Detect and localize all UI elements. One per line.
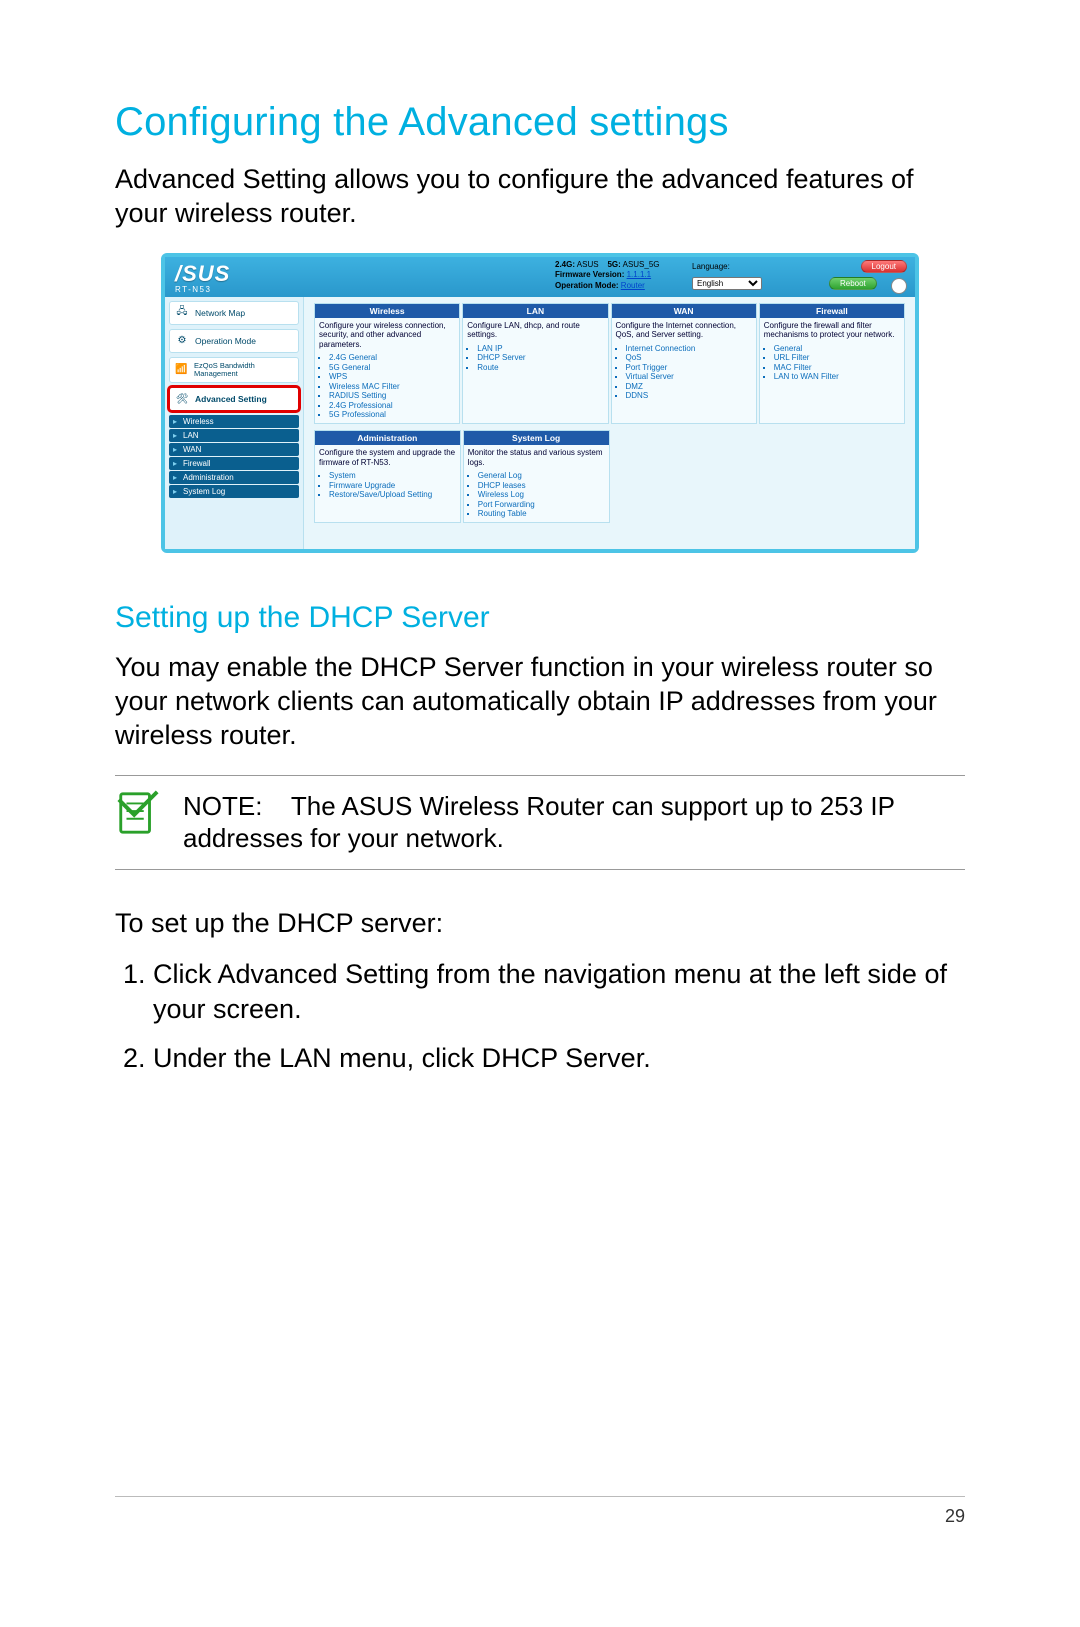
fw-link[interactable]: 1.1.1.1 [627,270,651,279]
card-system-log: System Log Monitor the status and variou… [463,430,610,523]
link-url-filter[interactable]: URL Filter [774,353,904,362]
network-icon: 🖧 [175,306,189,320]
link-lan-ip[interactable]: LAN IP [477,344,607,353]
note-text: The ASUS Wireless Router can support up … [183,791,895,854]
intro-paragraph: Advanced Setting allows you to configure… [115,163,965,231]
note-block: NOTE: The ASUS Wireless Router can suppo… [115,775,965,870]
link-firmware-upgrade[interactable]: Firmware Upgrade [329,481,460,490]
link-wps[interactable]: WPS [329,372,459,381]
link-mac-filter[interactable]: MAC Filter [774,363,904,372]
link-system[interactable]: System [329,471,460,480]
link-port-forwarding[interactable]: Port Forwarding [478,500,609,509]
card-desc: Configure the firewall and filter mechan… [760,318,904,342]
mode-link[interactable]: Router [621,281,645,290]
page-title: Configuring the Advanced settings [115,100,965,145]
note-label: NOTE: [183,791,262,821]
sidebar-sub-syslog[interactable]: System Log [169,485,299,498]
fw-label: Firmware Version: [555,270,624,279]
reboot-button[interactable]: Reboot [829,277,877,290]
ssid5-label: 5G: [607,260,620,269]
globe-icon[interactable] [891,278,907,294]
link-port-trigger[interactable]: Port Trigger [626,363,756,372]
card-administration: Administration Configure the system and … [314,430,461,523]
link-dhcp-leases[interactable]: DHCP leases [478,481,609,490]
sidebar-item-advanced-setting[interactable]: 🛠 Advanced Setting [169,387,299,411]
link-routing-table[interactable]: Routing Table [478,509,609,518]
link-dhcp-server[interactable]: DHCP Server [477,353,607,362]
link-dmz[interactable]: DMZ [626,382,756,391]
steps-intro: To set up the DHCP server: [115,908,965,939]
sidebar-item-network-map[interactable]: 🖧 Network Map [169,301,299,325]
card-desc: Configure LAN, dhcp, and route settings. [463,318,607,342]
card-desc: Monitor the status and various system lo… [464,445,609,469]
header-info: 2.4G: ASUS 5G: ASUS_5G Firmware Version:… [305,257,684,296]
sidebar-item-label: Network Map [195,308,245,318]
sidebar-item-operation-mode[interactable]: ⚙ Operation Mode [169,329,299,353]
card-title: LAN [463,304,607,318]
link-wireless-log[interactable]: Wireless Log [478,490,609,499]
sidebar-item-ezqos[interactable]: 📶 EzQoS Bandwidth Management [169,357,299,384]
sub-intro: You may enable the DHCP Server function … [115,651,965,752]
link-wireless-mac-filter[interactable]: Wireless MAC Filter [329,382,459,391]
link-virtual-server[interactable]: Virtual Server [626,372,756,381]
card-lan: LAN Configure LAN, dhcp, and route setti… [462,303,608,425]
model-text: RT-N53 [175,285,305,294]
language-label: Language: [692,262,730,271]
link-route[interactable]: Route [477,363,607,372]
link-24g-general[interactable]: 2.4G General [329,353,459,362]
card-desc: Configure the Internet connection, QoS, … [612,318,756,342]
step-2: Under the LAN menu, click DHCP Server. [153,1041,965,1076]
note-icon [115,790,161,836]
card-title: System Log [464,431,609,445]
sidebar-sub-lan[interactable]: LAN [169,429,299,442]
sidebar-sub-wireless[interactable]: Wireless [169,415,299,428]
qos-icon: 📶 [175,363,188,377]
ssid24-label: 2.4G: [555,260,575,269]
mode-label: Operation Mode: [555,281,619,290]
card-wan: WAN Configure the Internet connection, Q… [611,303,757,425]
card-title: Wireless [315,304,459,318]
sidebar-sub-admin[interactable]: Administration [169,471,299,484]
link-fw-general[interactable]: General [774,344,904,353]
link-ddns[interactable]: DDNS [626,391,756,400]
subheading-dhcp: Setting up the DHCP Server [115,601,965,635]
link-qos[interactable]: QoS [626,353,756,362]
step-1: Click Advanced Setting from the navigati… [153,957,965,1027]
sidebar-item-label: EzQoS Bandwidth Management [194,362,293,379]
brand-text: /SUS [175,261,305,287]
link-general-log[interactable]: General Log [478,471,609,480]
card-desc: Configure your wireless connection, secu… [315,318,459,352]
card-wireless: Wireless Configure your wireless connect… [314,303,460,425]
ssid24-value: ASUS [577,260,599,269]
router-logo: /SUS RT-N53 [165,257,305,296]
mode-icon: ⚙ [175,334,189,348]
link-5g-general[interactable]: 5G General [329,363,459,372]
sidebar-item-label: Advanced Setting [195,394,267,404]
logout-button[interactable]: Logout [861,260,907,273]
ssid5-value: ASUS_5G [623,260,660,269]
link-24g-professional[interactable]: 2.4G Professional [329,401,459,410]
card-firewall: Firewall Configure the firewall and filt… [759,303,905,425]
link-5g-professional[interactable]: 5G Professional [329,410,459,419]
router-content: Wireless Configure your wireless connect… [304,297,915,550]
link-internet-connection[interactable]: Internet Connection [626,344,756,353]
router-ui-screenshot: /SUS RT-N53 2.4G: ASUS 5G: ASUS_5G Firmw… [115,253,965,554]
link-radius-setting[interactable]: RADIUS Setting [329,391,459,400]
page-number: 29 [945,1506,965,1527]
language-select[interactable]: English [692,277,762,290]
sidebar-sub-firewall[interactable]: Firewall [169,457,299,470]
card-desc: Configure the system and upgrade the fir… [315,445,460,469]
card-title: Firewall [760,304,904,318]
steps-list: Click Advanced Setting from the navigati… [115,957,965,1076]
sidebar-item-label: Operation Mode [195,336,256,346]
card-title: Administration [315,431,460,445]
link-lan-to-wan-filter[interactable]: LAN to WAN Filter [774,372,904,381]
sidebar-submenu: Wireless LAN WAN Firewall Administration… [169,415,299,498]
link-restore-save-upload[interactable]: Restore/Save/Upload Setting [329,490,460,499]
tools-icon: 🛠 [175,392,189,406]
sidebar-sub-wan[interactable]: WAN [169,443,299,456]
footer-rule [115,1496,965,1497]
router-sidebar: 🖧 Network Map ⚙ Operation Mode 📶 EzQoS B… [165,297,304,550]
card-title: WAN [612,304,756,318]
